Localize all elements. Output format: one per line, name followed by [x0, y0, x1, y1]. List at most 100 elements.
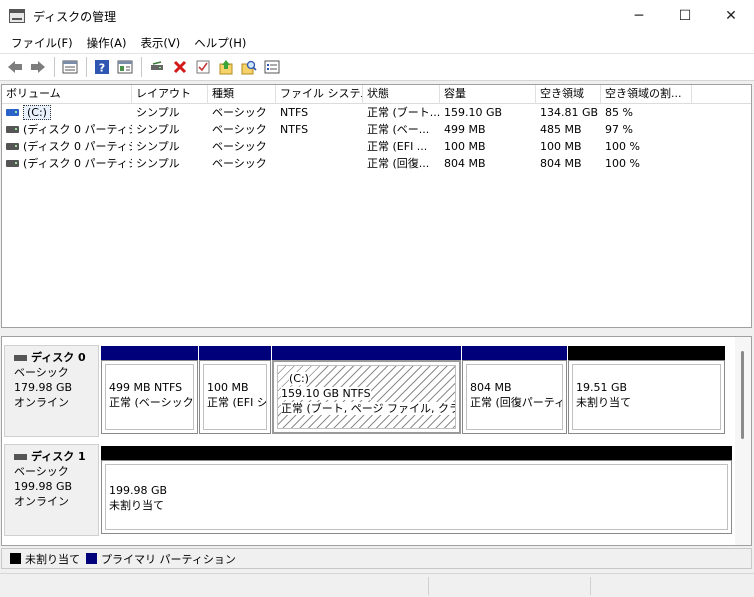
- status-bar: [0, 573, 754, 597]
- volume-icon: [6, 160, 19, 167]
- properties-icon[interactable]: [114, 57, 136, 77]
- scrollbar-thumb[interactable]: [741, 351, 744, 439]
- primary-partition-bar: [101, 346, 198, 360]
- volume-type: ベーシック: [212, 157, 267, 170]
- partition-status: 正常 (ブート, ページ ファイル, クラッシュ: [281, 402, 455, 415]
- search-icon[interactable]: [238, 57, 260, 77]
- primary-partition-bar: [199, 346, 271, 360]
- back-icon[interactable]: [4, 57, 26, 77]
- list-item[interactable]: (ディスク 0 パーティシ... シンプル ベーシック NTFS 正常 (ベー.…: [2, 121, 751, 138]
- close-button[interactable]: ✕: [708, 0, 754, 32]
- volume-type: ベーシック: [212, 140, 267, 153]
- volume-icon: [6, 143, 19, 150]
- list-item[interactable]: (C:) シンプル ベーシック NTFS 正常 (ブート... 159.10 G…: [2, 104, 751, 121]
- partition-unallocated-disk0[interactable]: 19.51 GB 未割り当て: [568, 346, 725, 434]
- primary-swatch: [86, 553, 97, 564]
- legend-primary: プライマリ パーティション: [86, 551, 236, 567]
- volume-file-system: NTFS: [280, 106, 309, 119]
- disk-status: オンライン: [14, 396, 69, 409]
- partition-efi[interactable]: 100 MB 正常 (EFI シ: [199, 346, 271, 434]
- primary-partition-bar: [272, 346, 461, 360]
- column-file-system[interactable]: ファイル システム: [276, 85, 363, 104]
- volume-file-system: NTFS: [280, 123, 309, 136]
- partition-status: 正常 (EFI シ: [207, 396, 267, 409]
- partition-title: (C:): [289, 372, 309, 385]
- svg-text:?: ?: [99, 62, 105, 75]
- import-icon[interactable]: [215, 57, 237, 77]
- volume-list-header: ボリューム レイアウト 種類 ファイル システム 状態 容量 空き領域 空き領域…: [2, 85, 751, 104]
- primary-partition-bar: [462, 346, 567, 360]
- menu-view[interactable]: 表示(V): [133, 35, 187, 51]
- partition-status: 正常 (回復パーティ: [470, 396, 563, 409]
- legend-unallocated-label: 未割り当て: [25, 552, 80, 566]
- volume-name: (C:): [23, 105, 51, 120]
- volume-type: ベーシック: [212, 123, 267, 136]
- system-volume-icon: [6, 109, 19, 116]
- column-free-space[interactable]: 空き領域: [536, 85, 601, 104]
- column-type[interactable]: 種類: [208, 85, 276, 104]
- maximize-button[interactable]: ☐: [662, 0, 708, 32]
- column-free-percent[interactable]: 空き領域の割...: [601, 85, 692, 104]
- settings-list-icon[interactable]: [261, 57, 283, 77]
- partition-status: 未割り当て: [576, 396, 631, 409]
- volume-free-percent: 100 %: [605, 157, 640, 170]
- list-item[interactable]: (ディスク 0 パーティシ... シンプル ベーシック 正常 (EFI ... …: [2, 138, 751, 155]
- connect-disk-icon[interactable]: [146, 57, 168, 77]
- menu-file[interactable]: ファイル(F): [4, 35, 80, 51]
- menu-action[interactable]: 操作(A): [80, 35, 134, 51]
- status-bar-divider: [590, 577, 591, 595]
- disk-icon: [14, 354, 27, 361]
- title-bar: ディスクの管理 ─ ☐ ✕: [0, 0, 754, 32]
- forward-icon[interactable]: [27, 57, 49, 77]
- volume-list: ボリューム レイアウト 種類 ファイル システム 状態 容量 空き領域 空き領域…: [1, 84, 752, 328]
- legend-unallocated: 未割り当て: [10, 551, 80, 567]
- disk-management-app-icon: [9, 9, 25, 23]
- partition-recovery-2[interactable]: 804 MB 正常 (回復パーティ: [462, 346, 567, 434]
- volume-name: (ディスク 0 パーティシ...: [23, 157, 132, 170]
- status-bar-divider: [428, 577, 429, 595]
- volume-file-system: [276, 155, 363, 172]
- partition-c-drive[interactable]: (C:) 159.10 GB NTFS 正常 (ブート, ページ ファイル, ク…: [272, 346, 461, 434]
- volume-type: ベーシック: [212, 106, 267, 119]
- column-layout[interactable]: レイアウト: [132, 85, 208, 104]
- volume-icon: [6, 126, 19, 133]
- list-item[interactable]: (ディスク 0 パーティシ... シンプル ベーシック 正常 (回復... 80…: [2, 155, 751, 172]
- column-volume[interactable]: ボリューム: [2, 85, 132, 104]
- legend: 未割り当て プライマリ パーティション: [1, 548, 752, 569]
- unallocated-bar: [568, 346, 725, 360]
- delete-icon[interactable]: [169, 57, 191, 77]
- volume-layout: シンプル: [136, 140, 180, 153]
- volume-free-space: 804 MB: [540, 157, 582, 170]
- check-icon[interactable]: [192, 57, 214, 77]
- column-capacity[interactable]: 容量: [440, 85, 536, 104]
- menu-bar: ファイル(F) 操作(A) 表示(V) ヘルプ(H): [0, 32, 754, 53]
- partition-size: 159.10 GB NTFS: [281, 387, 371, 400]
- disk-icon: [14, 453, 27, 460]
- unallocated-bar: [101, 446, 732, 460]
- partition-recovery-1[interactable]: 499 MB NTFS 正常 (ベーシック デ: [101, 346, 198, 434]
- menu-help[interactable]: ヘルプ(H): [187, 35, 253, 51]
- volume-free-space: 134.81 GB: [540, 106, 599, 119]
- disk-name: ディスク 1: [31, 450, 86, 463]
- disk-size: 179.98 GB: [14, 381, 73, 394]
- volume-layout: シンプル: [136, 106, 180, 119]
- help-icon[interactable]: ?: [91, 57, 113, 77]
- partition-unallocated-disk1[interactable]: 199.98 GB 未割り当て: [101, 446, 732, 534]
- volume-status: 正常 (ブート...: [367, 106, 440, 119]
- volume-free-percent: 97 %: [605, 123, 633, 136]
- disk-0-label[interactable]: ディスク 0 ベーシック 179.98 GB オンライン: [4, 345, 99, 437]
- volume-layout: シンプル: [136, 123, 180, 136]
- disk-1-label[interactable]: ディスク 1 ベーシック 199.98 GB オンライン: [4, 444, 99, 536]
- list-view-icon[interactable]: [59, 57, 81, 77]
- toolbar-separator: [141, 57, 142, 77]
- partition-size: 499 MB NTFS: [109, 381, 183, 394]
- volume-status: 正常 (回復...: [367, 157, 430, 170]
- minimize-button[interactable]: ─: [616, 0, 662, 32]
- disk-type: ベーシック: [14, 465, 69, 478]
- column-status[interactable]: 状態: [363, 85, 440, 104]
- partition-size: 199.98 GB: [109, 484, 168, 497]
- volume-free-space: 100 MB: [540, 140, 582, 153]
- disk-view-scrollbar[interactable]: [735, 337, 751, 545]
- volume-capacity: 100 MB: [444, 140, 486, 153]
- volume-free-space: 485 MB: [540, 123, 582, 136]
